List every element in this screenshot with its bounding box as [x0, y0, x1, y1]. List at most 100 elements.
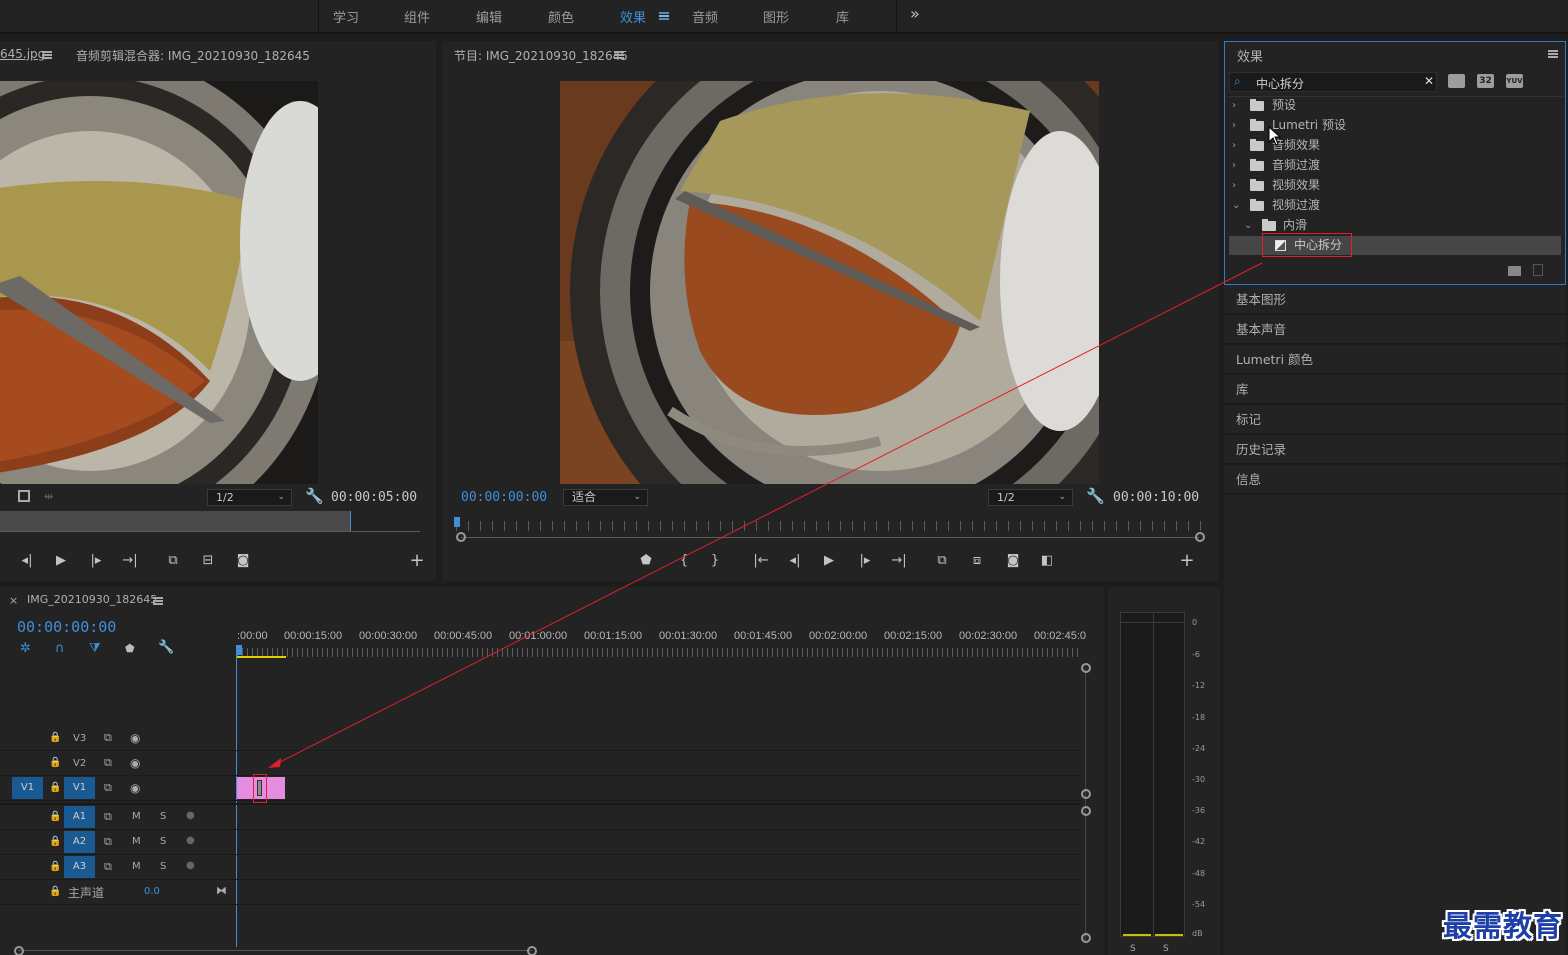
solo-button[interactable]: S	[160, 861, 166, 872]
wrench-icon[interactable]: 🔧	[1086, 487, 1105, 505]
effects-search-input[interactable]: ⌕ 中心拆分 ✕	[1229, 72, 1437, 92]
track-target-a2[interactable]: A2	[64, 831, 95, 853]
horizontal-zoom-bar[interactable]	[18, 950, 532, 951]
extract-icon[interactable]: ⧈	[967, 552, 987, 570]
play-icon[interactable]: ▶	[51, 552, 71, 570]
step-back-icon[interactable]: ◂|	[17, 552, 37, 570]
lift-icon[interactable]: ⧉	[932, 552, 952, 570]
lock-icon[interactable]: 🔒	[49, 836, 61, 847]
close-sequence-icon[interactable]: ×	[9, 594, 18, 607]
sync-lock-icon[interactable]: ⧉	[104, 860, 112, 874]
yuv-effects-icon[interactable]: YUV	[1506, 74, 1523, 88]
vertical-zoom-bar[interactable]	[1085, 668, 1086, 940]
step-forward-icon[interactable]: |▸	[86, 552, 106, 570]
trash-icon[interactable]	[1533, 264, 1543, 276]
scroll-handle[interactable]	[1081, 806, 1091, 816]
nest-icon[interactable]: ✲	[20, 641, 31, 656]
lock-icon[interactable]: 🔒	[49, 782, 61, 793]
panel-markers[interactable]: 标记	[1224, 405, 1566, 434]
scroll-handle[interactable]	[1081, 663, 1091, 673]
panel-menu-icon[interactable]	[42, 51, 52, 59]
source-zoom-dropdown[interactable]: 1/2 ⌄	[207, 489, 292, 506]
audio-clip-mixer-tab[interactable]: 音频剪辑混合器: IMG_20210930_182645	[76, 47, 310, 64]
go-to-icon[interactable]: ⧓	[216, 884, 227, 897]
workspace-tab-audio[interactable]: 音频	[692, 7, 718, 26]
mark-out-icon[interactable]: }	[705, 552, 725, 570]
add-marker-icon[interactable]: ⬟	[125, 642, 135, 655]
microphone-icon[interactable]: ●	[186, 860, 195, 871]
source-playhead-bar[interactable]	[0, 511, 350, 531]
add-button-icon[interactable]: +	[407, 552, 427, 570]
more-workspaces-icon[interactable]: »	[910, 4, 920, 23]
go-to-out-icon[interactable]: →|	[120, 552, 140, 570]
tree-item-center-split[interactable]: 中心拆分	[1229, 233, 1561, 257]
panel-menu-icon[interactable]	[614, 51, 624, 59]
mark-in-icon[interactable]: {	[674, 552, 694, 570]
lock-icon[interactable]: 🔒	[49, 861, 61, 872]
32bit-effects-icon[interactable]: 32	[1477, 74, 1494, 88]
tree-item-audio-transitions[interactable]: › 音频过渡	[1225, 156, 1559, 175]
workspace-tab-editing[interactable]: 编辑	[476, 7, 502, 26]
snap-icon[interactable]: ∩	[55, 641, 65, 656]
eye-icon[interactable]: ◉	[130, 781, 140, 795]
lock-icon[interactable]: 🔒	[49, 757, 61, 768]
panel-history[interactable]: 历史记录	[1224, 435, 1566, 464]
camera-icon[interactable]: ◙	[233, 552, 253, 570]
track-target-v1[interactable]: V1	[64, 777, 95, 799]
solo-right-button[interactable]: S	[1163, 944, 1169, 954]
zoom-handle-left[interactable]	[456, 532, 466, 542]
go-to-out-icon[interactable]: →|	[889, 552, 909, 570]
work-area-bar[interactable]	[237, 656, 286, 658]
scroll-handle[interactable]	[1081, 789, 1091, 799]
program-playhead[interactable]	[454, 517, 460, 527]
sequence-tab[interactable]: IMG_20210930_182645	[27, 593, 157, 606]
workspace-tab-assembly[interactable]: 组件	[404, 7, 430, 26]
mute-button[interactable]: M	[132, 861, 141, 872]
source-tab[interactable]: 645.jpg	[0, 47, 45, 61]
compare-icon[interactable]: ◧	[1037, 552, 1057, 570]
camera-icon[interactable]: ◙	[1003, 552, 1023, 570]
marker-icon[interactable]: ⬟	[636, 552, 656, 570]
workspace-tab-graphics[interactable]: 图形	[763, 7, 789, 26]
insert-clip-icon[interactable]: ⧉	[163, 552, 183, 570]
settings-icon[interactable]	[18, 490, 30, 502]
add-button-icon[interactable]: +	[1177, 552, 1197, 570]
program-zoom-bar[interactable]	[461, 537, 1199, 538]
tree-item-video-transitions[interactable]: ⌄ 视频过渡	[1225, 196, 1559, 215]
timeline-playhead-handle[interactable]	[236, 645, 242, 655]
source-playhead[interactable]	[350, 511, 351, 531]
panel-essential-sound[interactable]: 基本声音	[1224, 315, 1566, 344]
workspace-menu-icon[interactable]	[659, 12, 669, 20]
panel-menu-icon[interactable]	[1548, 50, 1558, 58]
panel-libraries[interactable]: 库	[1224, 375, 1566, 404]
accelerated-effects-icon[interactable]	[1448, 74, 1465, 88]
workspace-tab-learn[interactable]: 学习	[333, 7, 359, 26]
microphone-icon[interactable]: ●	[186, 810, 195, 821]
sync-lock-icon[interactable]: ⧉	[104, 835, 112, 849]
solo-button[interactable]: S	[160, 811, 166, 822]
tree-item-video-effects[interactable]: › 视频效果	[1225, 176, 1559, 195]
step-forward-icon[interactable]: |▸	[855, 552, 875, 570]
sync-lock-icon[interactable]: ⧉	[104, 731, 112, 745]
new-bin-icon[interactable]	[1508, 266, 1521, 276]
eye-icon[interactable]: ◉	[130, 756, 140, 770]
solo-button[interactable]: S	[160, 836, 166, 847]
mute-button[interactable]: M	[132, 811, 141, 822]
play-icon[interactable]: ▶	[819, 552, 839, 570]
tree-item-presets[interactable]: › 预设	[1225, 96, 1559, 115]
scroll-handle[interactable]	[1081, 933, 1091, 943]
eye-icon[interactable]: ◉	[130, 731, 140, 745]
step-back-icon[interactable]: ◂|	[785, 552, 805, 570]
timeline-timecode[interactable]: 00:00:00:00	[17, 618, 116, 636]
program-zoom-dropdown[interactable]: 1/2 ⌄	[988, 489, 1073, 506]
wrench-icon[interactable]: 🔧	[158, 640, 174, 655]
wrench-icon[interactable]: 🔧	[305, 487, 324, 505]
panel-menu-icon[interactable]	[153, 597, 163, 605]
source-patch-v1[interactable]: V1	[12, 777, 43, 799]
clear-search-icon[interactable]: ✕	[1424, 74, 1434, 88]
scroll-handle[interactable]	[14, 946, 24, 955]
workspace-tab-libraries[interactable]: 库	[836, 7, 849, 26]
go-to-in-icon[interactable]: |←	[751, 552, 771, 570]
scroll-handle[interactable]	[527, 946, 537, 955]
master-volume-value[interactable]: 0.0	[144, 886, 160, 897]
